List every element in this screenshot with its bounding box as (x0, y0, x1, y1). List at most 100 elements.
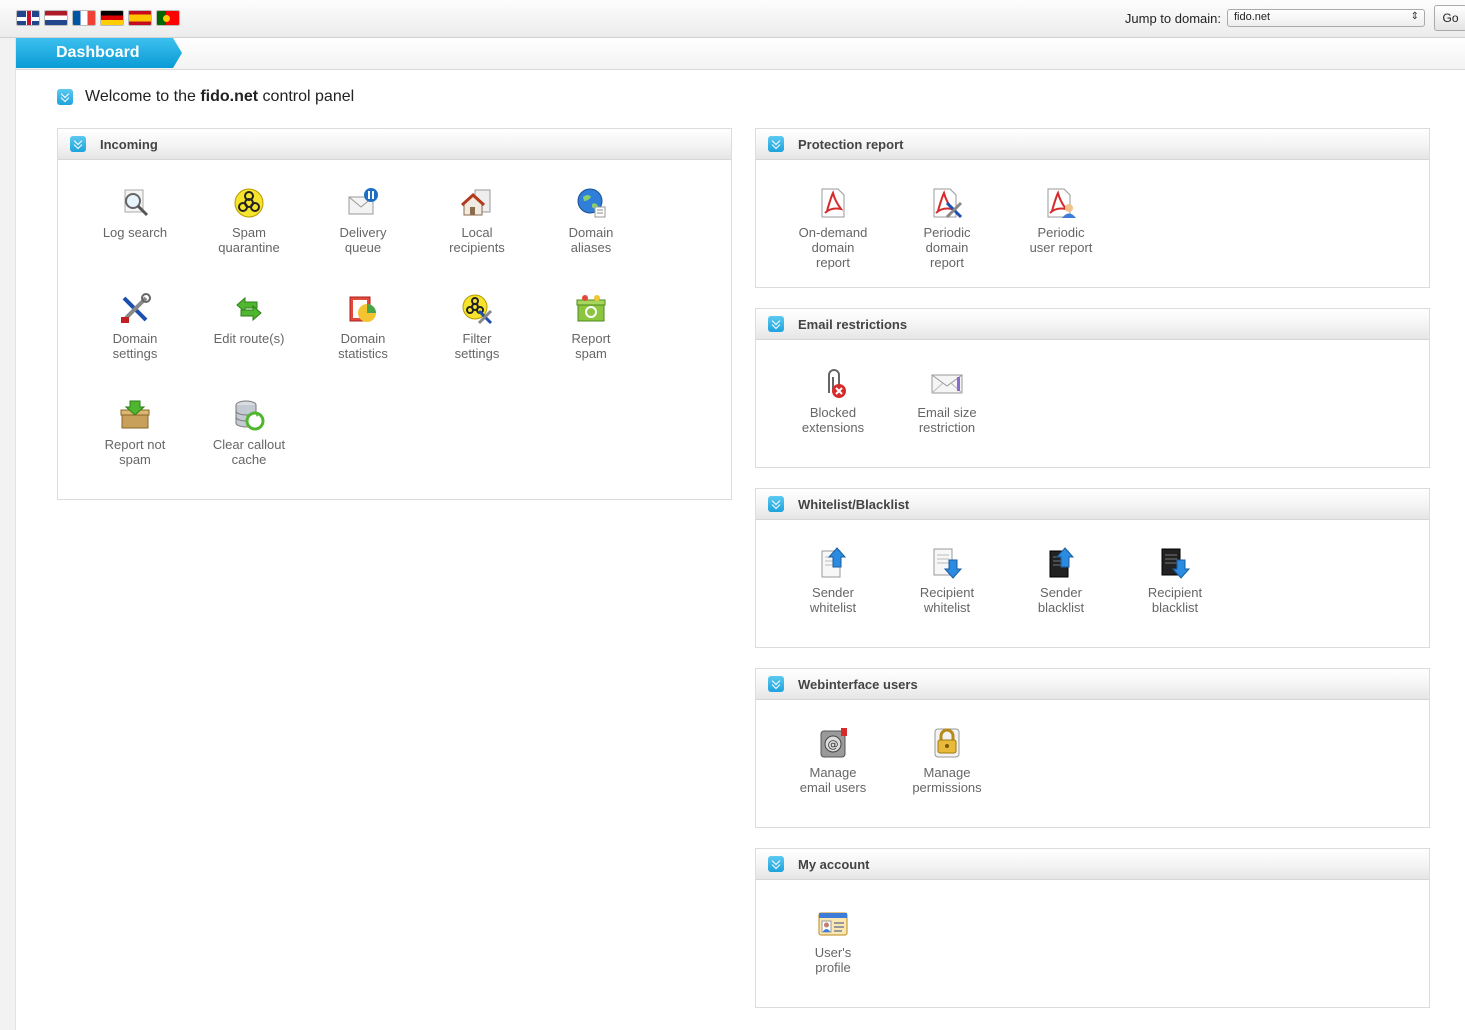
tile-label: Filter settings (454, 331, 500, 361)
paperclip-blocked-icon (828, 369, 846, 398)
tile-label: On-demand domain report (798, 225, 868, 270)
box-download-icon (120, 400, 150, 429)
envelope-icon (931, 374, 963, 394)
tile-domain-statistics[interactable]: Domain statistics (306, 293, 420, 361)
chevron-down-icon[interactable] (768, 316, 784, 332)
panel-my-account: My account User's profile (755, 848, 1430, 1008)
tile-edit-routes[interactable]: Edit route(s) (192, 293, 306, 346)
tile-email-size-restriction[interactable]: Email size restriction (890, 367, 1004, 435)
chevron-down-icon[interactable] (768, 496, 784, 512)
tile-label: Sender whitelist (809, 585, 857, 615)
top-bar: Jump to domain: fido.net Go (0, 0, 1465, 38)
tile-label: Domain statistics (338, 331, 388, 361)
tile-label: User's profile (814, 945, 852, 975)
tile-recipient-whitelist[interactable]: Recipient whitelist (890, 547, 1004, 615)
pdf-icon (821, 188, 845, 218)
panel-protection-header: Protection report (756, 129, 1429, 160)
tile-filter-settings[interactable]: Filter settings (420, 293, 534, 361)
tile-label: Spam quarantine (218, 225, 280, 255)
panel-restrictions-title: Email restrictions (798, 316, 908, 332)
tile-periodic-user-report[interactable]: Periodic user report (1004, 187, 1118, 255)
chevron-down-icon[interactable] (70, 136, 86, 152)
chevron-down-icon[interactable] (768, 676, 784, 692)
panel-email-restrictions: Email restrictions Blocked extensions Em… (755, 308, 1430, 468)
flag-es-icon[interactable] (128, 10, 152, 26)
tile-report-spam[interactable]: Report spam (534, 293, 648, 361)
doc-arrow-down-icon (933, 548, 963, 579)
box-recycle-icon (576, 295, 606, 322)
tile-clear-callout-cache[interactable]: Clear callout cache (192, 399, 306, 467)
arrows-icon (236, 296, 262, 322)
tile-delivery-queue[interactable]: Delivery queue (306, 187, 420, 255)
panel-incoming-header: Incoming (58, 129, 731, 160)
tile-domain-aliases[interactable]: Domain aliases (534, 187, 648, 255)
left-gutter (0, 0, 16, 1030)
globe-icon (577, 188, 606, 218)
tile-users-profile[interactable]: User's profile (776, 907, 890, 975)
pie-chart-icon (349, 296, 376, 322)
black-doc-arrow-up-icon (1049, 547, 1075, 578)
panel-webinterface-users: Webinterface users @ Manage email users … (755, 668, 1430, 828)
flag-de-icon[interactable] (100, 10, 124, 26)
language-flags (16, 10, 180, 26)
doc-arrow-up-icon (821, 547, 847, 578)
tile-label: Domain settings (112, 331, 158, 361)
tile-label: Local recipients (449, 225, 505, 255)
panel-lists-header: Whitelist/Blacklist (756, 489, 1429, 520)
welcome-heading: Welcome to the fido.net control panel (57, 88, 354, 106)
tile-label: Periodic user report (1029, 225, 1093, 255)
magnifier-icon (124, 189, 149, 217)
chevron-down-icon[interactable] (768, 136, 784, 152)
chevron-down-icon[interactable] (768, 856, 784, 872)
flag-pt-icon[interactable] (156, 10, 180, 26)
tile-label: Recipient blacklist (1147, 585, 1203, 615)
tile-recipient-blacklist[interactable]: Recipient blacklist (1118, 547, 1232, 615)
panel-account-header: My account (756, 849, 1429, 880)
panel-whitelist-blacklist: Whitelist/Blacklist Sender whitelist Rec… (755, 488, 1430, 648)
tile-label: Report not spam (104, 437, 166, 467)
tile-blocked-extensions[interactable]: Blocked extensions (776, 367, 890, 435)
flag-en-icon[interactable] (16, 10, 40, 26)
tile-label: Sender blacklist (1037, 585, 1085, 615)
tile-domain-settings[interactable]: Domain settings (78, 293, 192, 361)
tile-label: Blocked extensions (801, 405, 865, 435)
panel-webusers-title: Webinterface users (798, 676, 918, 692)
tile-periodic-domain-report[interactable]: Periodic domain report (890, 187, 1004, 270)
jump-to-domain: Jump to domain: fido.net (1125, 9, 1425, 27)
tile-label: Delivery queue (339, 225, 387, 255)
welcome-domain: fido.net (200, 88, 259, 105)
panel-lists-title: Whitelist/Blacklist (798, 496, 910, 512)
flag-fr-icon[interactable] (72, 10, 96, 26)
tile-label: Domain aliases (568, 225, 614, 255)
tile-manage-permissions[interactable]: Manage permissions (890, 727, 1004, 795)
padlock-icon (934, 728, 960, 758)
tile-label: Periodic domain report (923, 225, 971, 270)
panel-protection-title: Protection report (798, 136, 904, 152)
panel-incoming-title: Incoming (100, 136, 158, 152)
tile-label: Recipient whitelist (919, 585, 975, 615)
tab-dashboard[interactable]: Dashboard (16, 38, 182, 68)
house-icon (461, 189, 491, 216)
tile-spam-quarantine[interactable]: Spam quarantine (192, 187, 306, 255)
header-band (16, 38, 1465, 70)
tile-label: Email size restriction (917, 405, 977, 435)
tile-report-not-spam[interactable]: Report not spam (78, 399, 192, 467)
tools-icon (121, 293, 151, 323)
chevron-down-icon[interactable] (57, 89, 73, 105)
pdf-user-icon (1047, 188, 1076, 218)
panel-account-title: My account (798, 856, 870, 872)
flag-nl-icon[interactable] (44, 10, 68, 26)
tile-on-demand-domain-report[interactable]: On-demand domain report (776, 187, 890, 270)
tile-label: Report spam (571, 331, 611, 361)
go-button[interactable]: Go (1434, 5, 1465, 31)
tile-manage-email-users[interactable]: @ Manage email users (776, 727, 890, 795)
domain-select[interactable]: fido.net (1227, 9, 1425, 27)
tile-log-search[interactable]: Log search (78, 187, 192, 240)
tile-sender-whitelist[interactable]: Sender whitelist (776, 547, 890, 615)
panel-incoming: Incoming Log search Spam quarantine Deli… (57, 128, 732, 500)
panel-restrictions-header: Email restrictions (756, 309, 1429, 340)
domain-select-value: fido.net (1234, 11, 1271, 23)
tile-local-recipients[interactable]: Local recipients (420, 187, 534, 255)
tile-sender-blacklist[interactable]: Sender blacklist (1004, 547, 1118, 615)
biohazard-icon (234, 188, 264, 218)
